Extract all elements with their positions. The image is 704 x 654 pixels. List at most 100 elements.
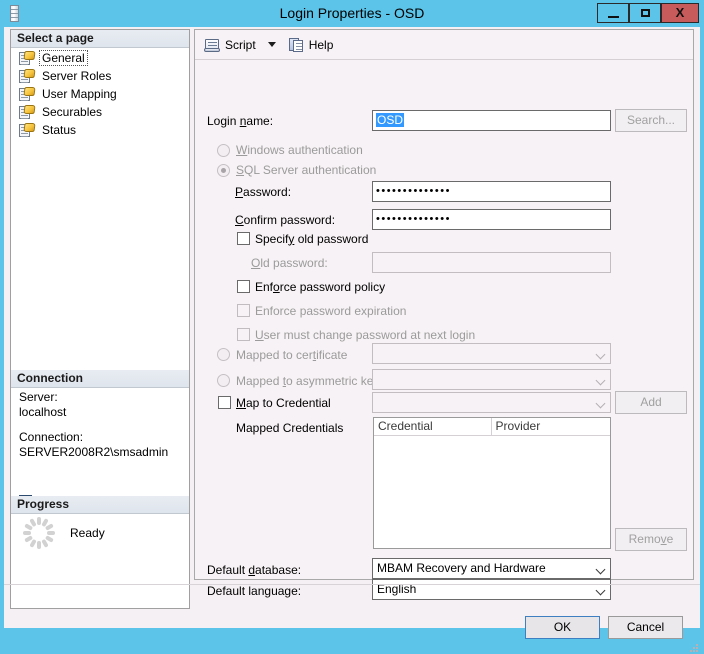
specify-old-password-row: Specify old password <box>255 228 368 249</box>
page-general-icon <box>19 50 36 66</box>
sidebar-item-label: Status <box>42 123 77 137</box>
sidebar-item-status[interactable]: Status <box>11 121 189 139</box>
sidebar-item-securables[interactable]: Securables <box>11 103 189 121</box>
spinner-icon <box>22 516 56 550</box>
page-securables-icon <box>19 104 36 120</box>
password-label: Password: <box>235 184 292 199</box>
login-name-value: OSD <box>376 113 405 127</box>
page-server-roles-icon <box>19 68 36 84</box>
chevron-down-icon <box>595 349 606 360</box>
title-bar[interactable]: Login Properties - OSD X <box>0 0 704 27</box>
chevron-down-icon <box>595 375 606 386</box>
column-header-credential[interactable]: Credential <box>374 418 492 436</box>
add-button-label: Add <box>640 395 662 409</box>
map-to-credential-checkbox[interactable] <box>218 396 231 409</box>
enforce-password-policy-label: Enforce password policy <box>255 279 386 294</box>
mapped-to-asymmetric-key-combo[interactable] <box>372 369 611 390</box>
enforce-password-policy-checkbox[interactable] <box>237 280 250 293</box>
sidebar-item-label: Securables <box>42 105 103 119</box>
mapped-to-asymmetric-key-label: Mapped to asymmetric key <box>236 373 380 388</box>
password-input[interactable]: •••••••••••••• <box>372 181 611 202</box>
map-to-credential-label: Map to Credential <box>236 395 331 410</box>
connection-label: Connection: <box>19 430 84 444</box>
chevron-down-icon <box>595 398 606 409</box>
sql-server-authentication-label: SQL Server authentication <box>236 162 377 177</box>
login-name-input[interactable]: OSD <box>372 110 611 131</box>
sidebar-item-server-roles[interactable]: Server Roles <box>11 67 189 85</box>
default-database-combo[interactable]: MBAM Recovery and Hardware <box>372 558 611 579</box>
add-button[interactable]: Add <box>615 391 687 414</box>
maximize-button[interactable] <box>629 3 661 23</box>
map-to-credential-combo[interactable] <box>372 392 611 413</box>
script-label: Script <box>225 37 256 52</box>
chevron-down-icon <box>595 564 606 575</box>
minimize-icon <box>608 16 619 18</box>
left-navigation-pane: Select a page General Server Roles User … <box>10 29 190 609</box>
old-password-label: Old password: <box>251 255 328 270</box>
cancel-button[interactable]: Cancel <box>608 616 683 639</box>
confirm-password-label-row: Confirm password: <box>235 209 335 230</box>
old-password-input[interactable] <box>372 252 611 273</box>
progress-header: Progress <box>11 496 189 514</box>
user-must-change-password-checkbox[interactable] <box>237 328 250 341</box>
minimize-button[interactable] <box>597 3 629 23</box>
password-value: •••••••••••••• <box>376 185 451 197</box>
server-value: localhost <box>19 405 67 419</box>
dialog-client-area: Select a page General Server Roles User … <box>4 27 700 652</box>
sql-server-authentication-radio[interactable] <box>217 164 230 177</box>
password-label-row: Password: <box>235 181 291 202</box>
confirm-password-label: Confirm password: <box>235 212 336 227</box>
default-language-combo[interactable]: English <box>372 579 611 600</box>
specify-old-password-label: Specify old password <box>255 231 369 246</box>
select-a-page-header: Select a page <box>11 30 189 48</box>
sidebar-item-general[interactable]: General <box>11 49 189 67</box>
enforce-password-expiration-checkbox[interactable] <box>237 304 250 317</box>
windows-authentication-row: Windows authentication <box>236 139 363 160</box>
footer-divider <box>4 584 700 585</box>
search-button-label: Search... <box>626 113 676 127</box>
sidebar-item-user-mapping[interactable]: User Mapping <box>11 85 189 103</box>
confirm-password-value: •••••••••••••• <box>376 213 451 225</box>
default-language-label: Default language: <box>207 583 302 598</box>
mapped-to-certificate-label: Mapped to certificate <box>236 347 348 362</box>
search-button[interactable]: Search... <box>615 109 687 132</box>
chevron-down-icon[interactable] <box>267 42 276 47</box>
windows-authentication-radio[interactable] <box>217 144 230 157</box>
maximize-icon <box>641 9 650 17</box>
user-must-change-password-row: User must change password at next login <box>255 324 475 345</box>
page-list: General Server Roles User Mapping Secura… <box>11 49 189 139</box>
default-database-value: MBAM Recovery and Hardware <box>377 561 546 575</box>
old-password-label-row: Old password: <box>251 252 328 273</box>
mapped-to-asymmetric-key-radio[interactable] <box>217 374 230 387</box>
help-button[interactable]: Help <box>280 35 337 55</box>
sidebar-item-label: General <box>39 50 88 66</box>
mapped-credentials-label-row: Mapped Credentials <box>236 417 343 438</box>
connection-value: SERVER2008R2\smsadmin <box>19 445 169 459</box>
enforce-password-policy-row: Enforce password policy <box>255 276 385 297</box>
mapped-to-certificate-combo[interactable] <box>372 343 611 364</box>
mapped-credentials-header-row: Credential Provider <box>374 418 610 436</box>
remove-button-label: Remove <box>628 532 674 546</box>
mapped-to-certificate-radio[interactable] <box>217 348 230 361</box>
login-name-label-row: Login name: <box>207 110 273 131</box>
general-page-panel: Script Help Login name: OSD Search... Wi… <box>194 29 694 600</box>
login-name-label: Login name: <box>207 113 274 128</box>
user-must-change-password-label: User must change password at next login <box>255 327 476 342</box>
sidebar-item-label: User Mapping <box>42 87 117 101</box>
default-database-label: Default database: <box>207 562 302 577</box>
connection-details: Server: localhost Connection: SERVER2008… <box>11 390 189 460</box>
ok-button[interactable]: OK <box>525 616 600 639</box>
column-header-provider[interactable]: Provider <box>491 418 610 436</box>
help-pages-icon <box>288 37 305 53</box>
progress-details: Ready <box>11 516 189 550</box>
confirm-password-input[interactable]: •••••••••••••• <box>372 209 611 230</box>
mapped-credentials-list[interactable]: Credential Provider <box>373 417 611 549</box>
resize-grip[interactable] <box>690 644 700 654</box>
script-button[interactable]: Script <box>201 35 259 55</box>
close-icon: X <box>675 5 685 20</box>
remove-button[interactable]: Remove <box>615 528 687 551</box>
close-button[interactable]: X <box>661 3 699 23</box>
login-properties-window: Login Properties - OSD X Select a page G… <box>0 0 704 652</box>
sql-server-authentication-row: SQL Server authentication <box>236 159 376 180</box>
specify-old-password-checkbox[interactable] <box>237 232 250 245</box>
